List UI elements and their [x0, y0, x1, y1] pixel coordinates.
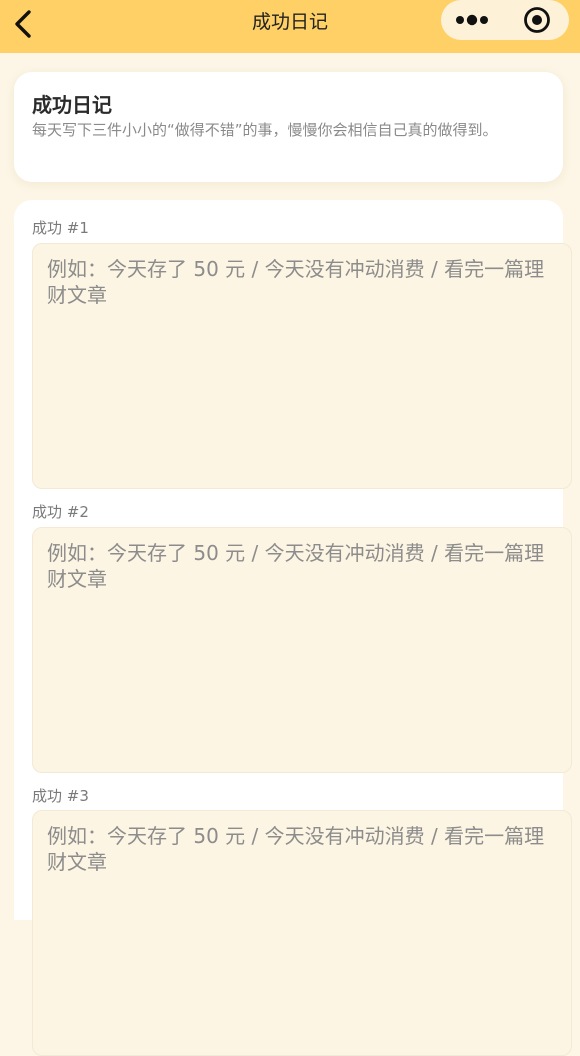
target-circle-icon [524, 7, 550, 33]
back-button[interactable] [6, 7, 40, 41]
entry-placeholder-2: 例如：今天存了 50 元 / 今天没有冲动消费 / 看完一篇理财文章 [47, 541, 545, 591]
more-button[interactable] [441, 0, 505, 40]
mini-program-capsule [441, 0, 569, 40]
entry-placeholder-3: 例如：今天存了 50 元 / 今天没有冲动消费 / 看完一篇理财文章 [47, 824, 545, 874]
entry-label-2: 成功 #2 [32, 503, 89, 521]
entry-placeholder-1: 例如：今天存了 50 元 / 今天没有冲动消费 / 看完一篇理财文章 [47, 257, 545, 307]
close-mini-program-button[interactable] [505, 0, 569, 40]
navigation-bar: 成功日记 [0, 0, 580, 53]
chevron-left-icon [15, 10, 31, 38]
intro-title: 成功日记 [32, 93, 112, 117]
entries-card: 成功 #1 例如：今天存了 50 元 / 今天没有冲动消费 / 看完一篇理财文章… [14, 200, 572, 1056]
intro-description: 每天写下三件小小的“做得不错”的事，慢慢你会相信自己真的做得到。 [32, 121, 498, 139]
entry-label-1: 成功 #1 [32, 219, 89, 237]
more-dots-icon [456, 14, 488, 26]
entry-input-3[interactable]: 例如：今天存了 50 元 / 今天没有冲动消费 / 看完一篇理财文章 [32, 810, 572, 1056]
entry-input-2[interactable]: 例如：今天存了 50 元 / 今天没有冲动消费 / 看完一篇理财文章 [32, 527, 572, 773]
intro-card: 成功日记 每天写下三件小小的“做得不错”的事，慢慢你会相信自己真的做得到。 [14, 72, 563, 182]
entry-label-3: 成功 #3 [32, 787, 89, 805]
entry-input-1[interactable]: 例如：今天存了 50 元 / 今天没有冲动消费 / 看完一篇理财文章 [32, 243, 572, 489]
